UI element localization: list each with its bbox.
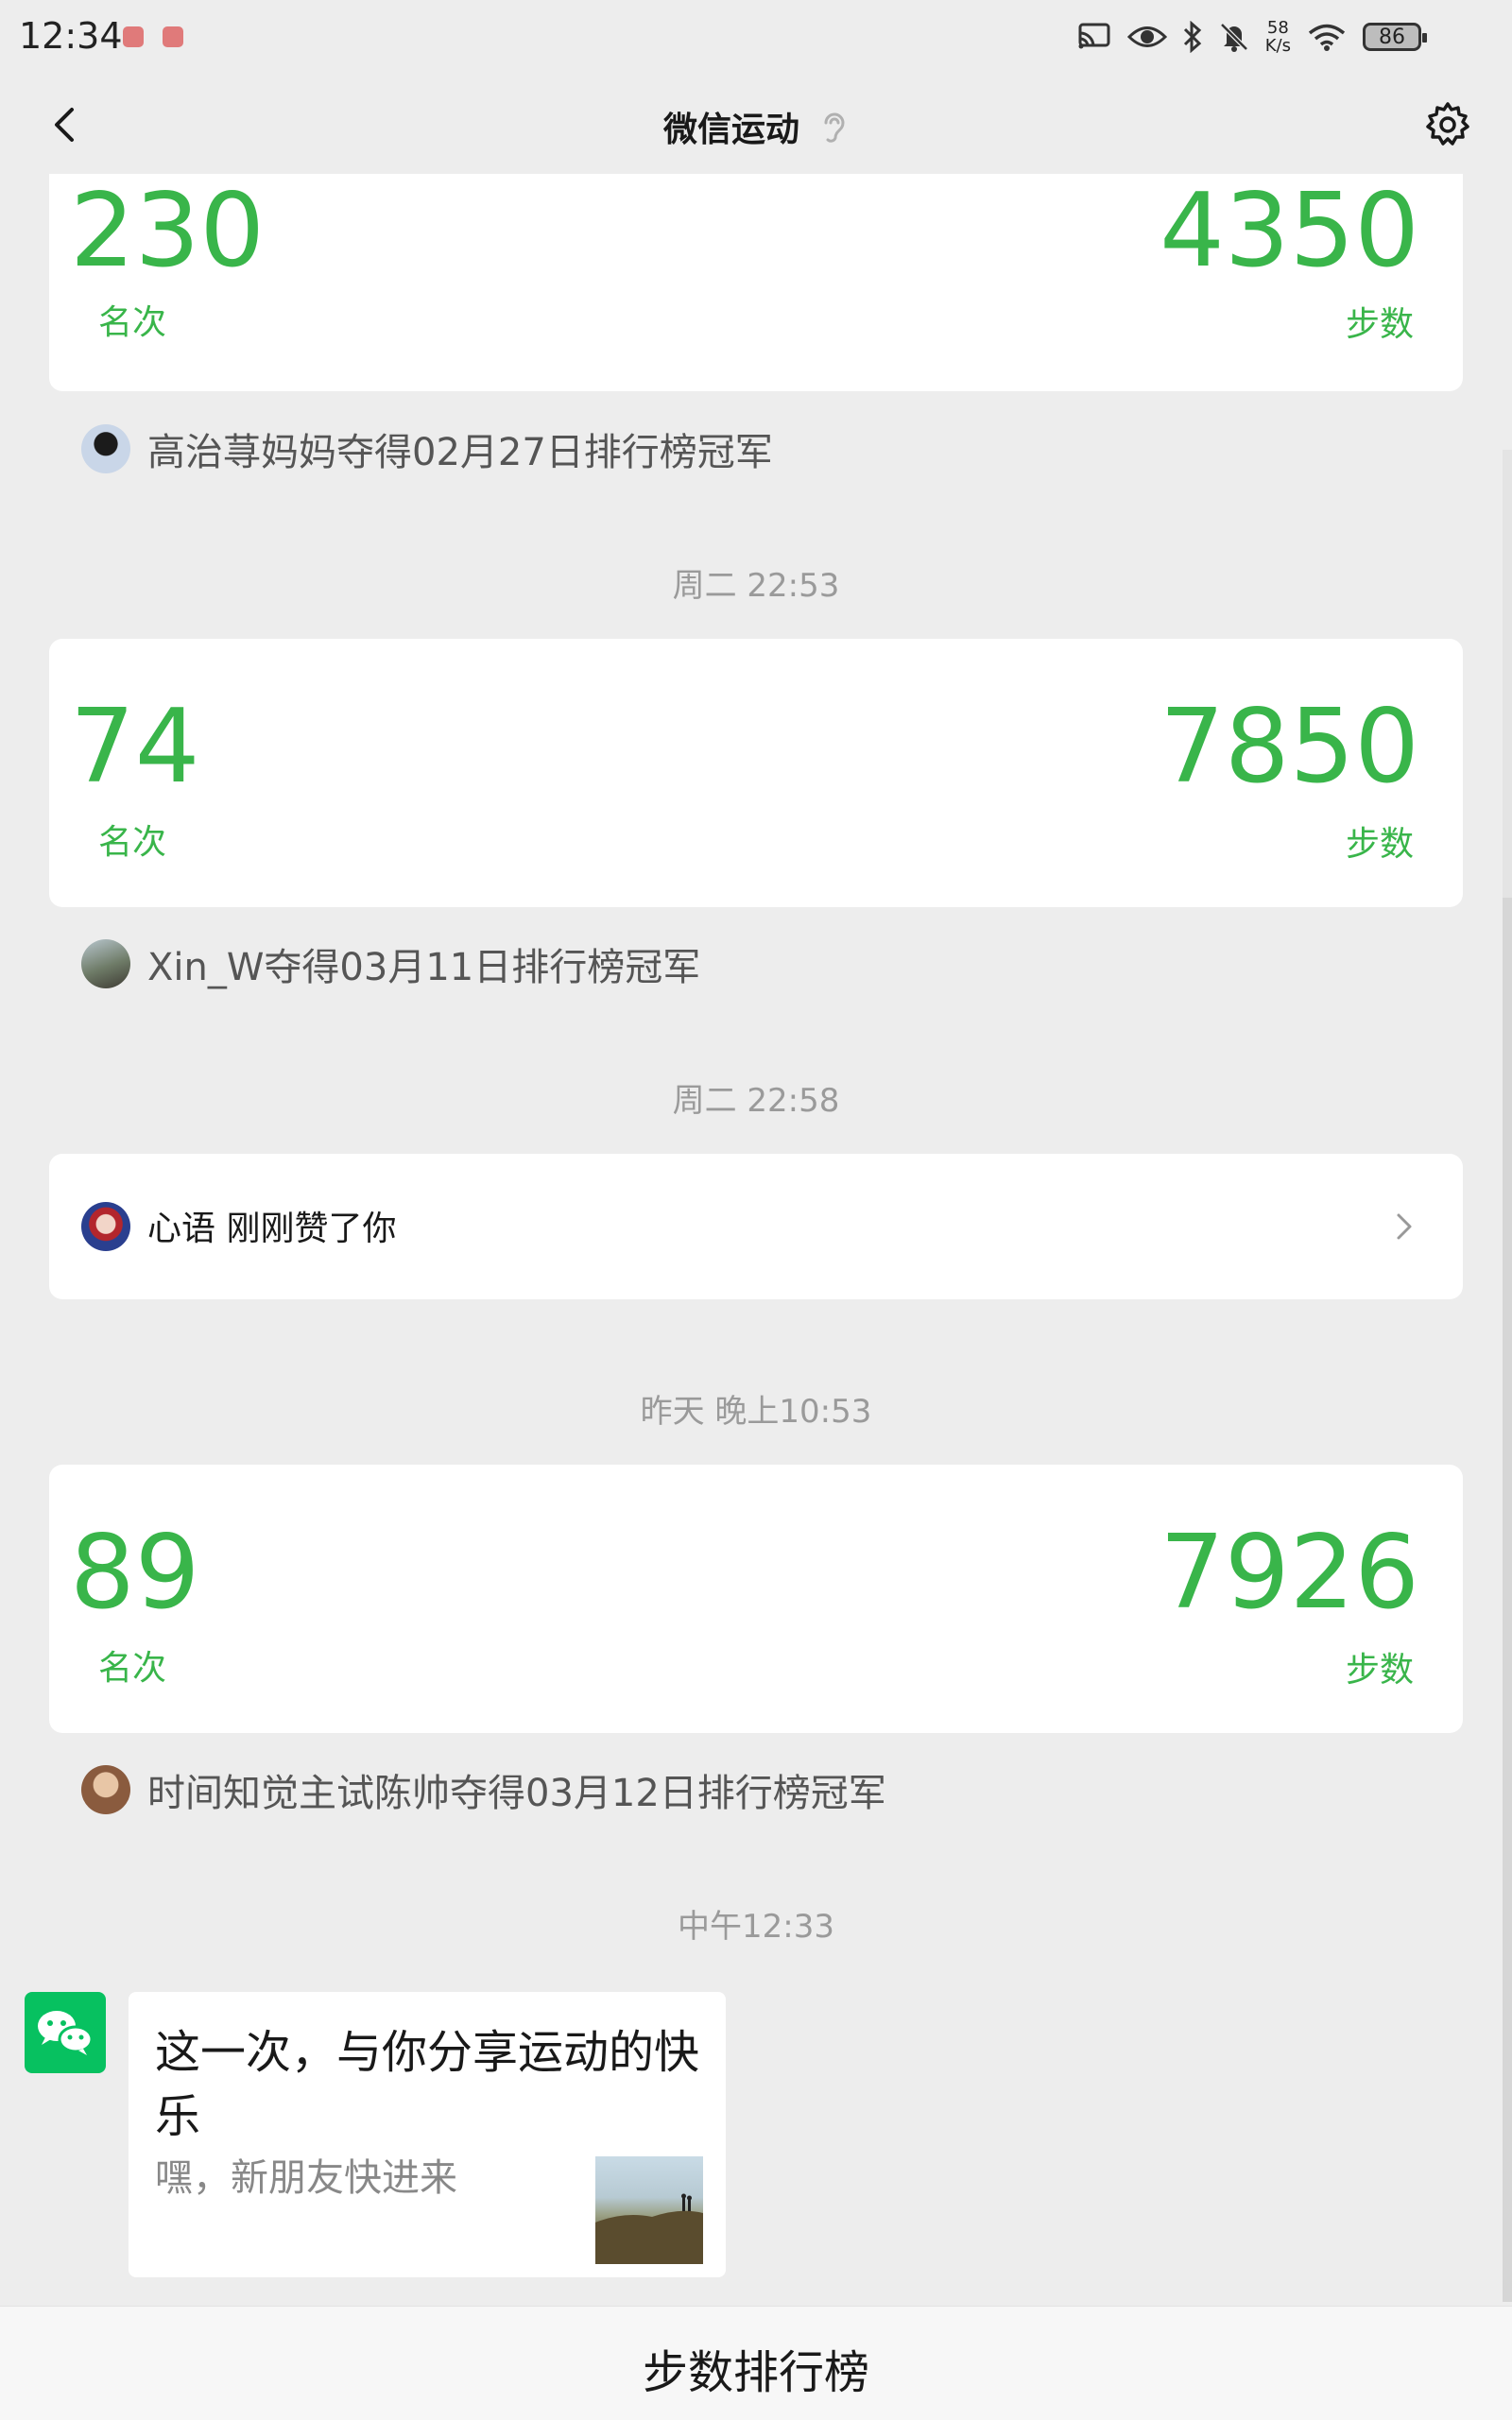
like-notification-card[interactable]: 心语 刚刚赞了你 xyxy=(49,1154,1463,1299)
notification-app-icon xyxy=(123,26,144,47)
message-subtitle: 嘿，新朋友快进来 xyxy=(155,2156,457,2200)
step-leaderboard-bar[interactable]: 步数排行榜 xyxy=(0,2306,1512,2420)
rank-card[interactable]: 89 名次 7926 步数 xyxy=(49,1465,1463,1733)
rank-card[interactable]: 230 名次 4350 步数 xyxy=(49,174,1463,391)
nav-bar: 微信运动 xyxy=(0,77,1512,174)
cast-icon xyxy=(1078,23,1110,49)
status-icons: 58 K/s 86 xyxy=(1076,13,1427,60)
wechat-bubbles-icon xyxy=(38,2011,94,2055)
settings-gear-icon[interactable] xyxy=(1423,100,1472,149)
status-time: 12:34 xyxy=(19,15,123,57)
like-text: 心语 刚刚赞了你 xyxy=(147,1210,397,1248)
notification-app-icon xyxy=(163,26,183,47)
step-label: 步数 xyxy=(1345,305,1414,344)
hikers-silhouette xyxy=(595,2193,703,2264)
avatar[interactable] xyxy=(81,424,130,473)
avatar[interactable] xyxy=(81,1765,130,1814)
page-title-wrap: 微信运动 xyxy=(0,102,1512,151)
champion-text: Xin_W夺得03月11日排行榜冠军 xyxy=(147,946,701,989)
share-message-card[interactable]: 这一次，与你分享运动的快乐 嘿，新朋友快进来 xyxy=(129,1992,726,2277)
status-bar: 12:34 58 K/s 86 xyxy=(0,0,1512,77)
wifi-icon xyxy=(1308,24,1346,51)
avatar[interactable] xyxy=(81,1202,130,1251)
timestamp: 周二 22:58 xyxy=(672,1082,840,1120)
champion-notice[interactable]: 高治荨妈妈夺得02月27日排行榜冠军 xyxy=(81,422,773,475)
step-count: 7850 xyxy=(1160,688,1419,806)
timestamp: 周二 22:53 xyxy=(672,567,840,605)
step-count: 7926 xyxy=(1160,1514,1419,1632)
bluetooth-icon xyxy=(1183,21,1201,53)
battery-indicator: 86 xyxy=(1363,23,1427,51)
champion-notice[interactable]: 时间知觉主试陈帅夺得03月12日排行榜冠军 xyxy=(81,1763,886,1816)
step-leaderboard-button[interactable]: 步数排行榜 xyxy=(0,2335,1512,2401)
rank-number: 89 xyxy=(70,1514,200,1632)
step-count: 4350 xyxy=(1160,172,1419,290)
champion-text: 高治荨妈妈夺得02月27日排行榜冠军 xyxy=(147,431,773,474)
rank-number: 74 xyxy=(70,688,200,806)
timestamp: 中午12:33 xyxy=(678,1908,834,1946)
network-speed: 58 K/s xyxy=(1264,18,1291,56)
rank-label: 名次 xyxy=(98,823,167,862)
timestamp: 昨天 晚上10:53 xyxy=(640,1393,872,1431)
eye-icon xyxy=(1126,26,1167,47)
earpiece-icon xyxy=(824,112,845,143)
chevron-right-icon xyxy=(1397,1213,1412,1240)
champion-text: 时间知觉主试陈帅夺得03月12日排行榜冠军 xyxy=(147,1772,886,1815)
avatar[interactable] xyxy=(81,939,130,988)
step-label: 步数 xyxy=(1345,825,1414,864)
page-title: 微信运动 xyxy=(662,111,799,149)
wechat-logo-icon[interactable] xyxy=(25,1992,106,2073)
rank-label: 名次 xyxy=(98,303,167,342)
rank-label: 名次 xyxy=(98,1649,167,1688)
step-label: 步数 xyxy=(1345,1651,1414,1690)
rank-number: 230 xyxy=(70,172,266,290)
champion-notice[interactable]: Xin_W夺得03月11日排行榜冠军 xyxy=(81,937,700,990)
message-thumbnail-image xyxy=(595,2156,703,2264)
message-title: 这一次，与你分享运动的快乐 xyxy=(155,2026,700,2143)
mute-bell-icon xyxy=(1219,23,1248,52)
rank-card[interactable]: 74 名次 7850 步数 xyxy=(49,639,1463,907)
